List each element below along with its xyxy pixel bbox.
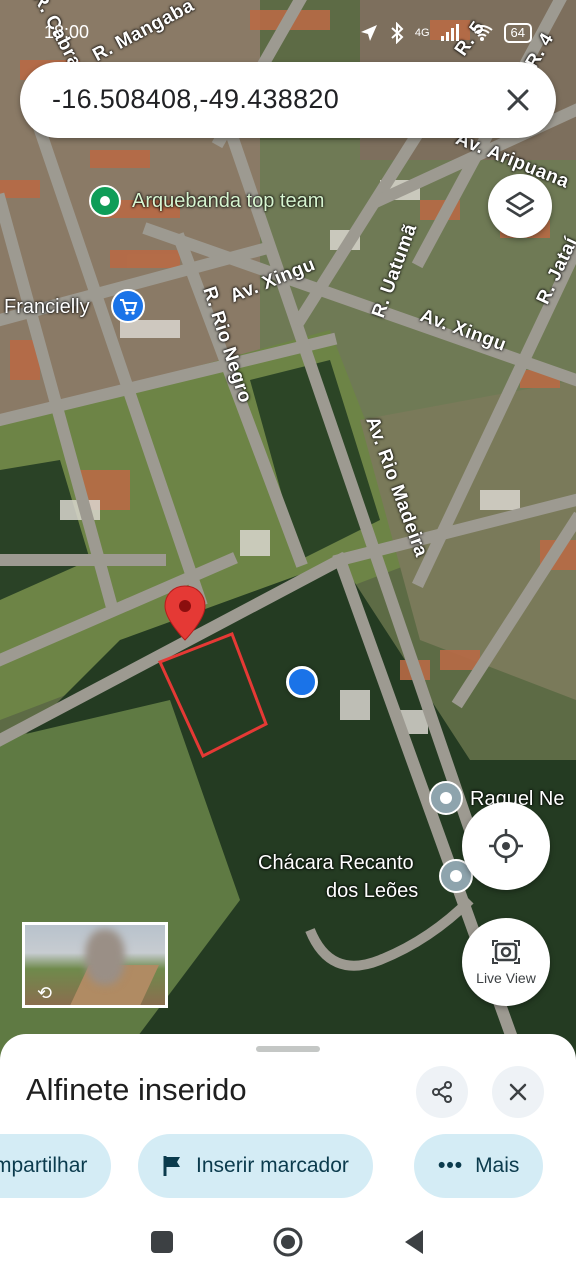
- place-label[interactable]: Arquebanda top team: [132, 190, 324, 213]
- add-label-chip[interactable]: Inserir marcador: [138, 1134, 373, 1198]
- search-coordinates[interactable]: -16.508408,-49.438820: [52, 84, 339, 115]
- share-chip[interactable]: mpartilhar: [0, 1134, 112, 1198]
- action-chips: mpartilhar Inserir marcador ••• Mais: [0, 1134, 576, 1198]
- close-sheet-button[interactable]: [492, 1066, 544, 1118]
- place-francielly[interactable]: [110, 288, 146, 329]
- place-pin-icon: [89, 185, 121, 217]
- dropped-pin[interactable]: [162, 584, 208, 649]
- shopping-cart-icon: [111, 289, 145, 323]
- place-label[interactable]: Chácara Recanto: [258, 852, 414, 875]
- my-location-button[interactable]: [462, 802, 550, 890]
- place-pin-icon: [429, 781, 463, 815]
- my-location-dot: [286, 666, 318, 698]
- sheet-drag-handle[interactable]: [256, 1046, 320, 1052]
- street-view-thumbnail[interactable]: ⟲: [22, 922, 168, 1008]
- live-view-icon: [492, 940, 520, 964]
- share-button[interactable]: [416, 1066, 468, 1118]
- live-view-button[interactable]: Live View: [462, 918, 550, 1006]
- signal-icon: [440, 24, 459, 41]
- chip-label: Inserir marcador: [196, 1154, 349, 1177]
- back-button[interactable]: [398, 1226, 430, 1258]
- close-icon: [509, 1083, 527, 1101]
- red-pin-icon: [164, 585, 206, 641]
- more-chip[interactable]: ••• Mais: [414, 1134, 544, 1198]
- map-view[interactable]: R. Mangaba R. Cabral R. 5 R. 4 Av. Aripu…: [0, 0, 576, 1060]
- more-icon: •••: [438, 1154, 464, 1177]
- battery-icon: 64: [503, 23, 532, 43]
- flag-icon: [163, 1156, 180, 1176]
- home-icon: [273, 1227, 303, 1257]
- back-icon: [405, 1230, 423, 1254]
- close-icon[interactable]: [502, 84, 534, 116]
- place-raquel[interactable]: [428, 780, 464, 821]
- street-view-blur: [85, 929, 125, 985]
- search-box[interactable]: -16.508408,-49.438820: [20, 62, 556, 138]
- home-button[interactable]: [272, 1226, 304, 1258]
- rotate-360-icon: ⟲: [37, 983, 53, 1003]
- wifi-icon: [470, 25, 493, 41]
- location-icon: [360, 25, 377, 41]
- status-time: 18:00: [44, 22, 90, 42]
- layers-button[interactable]: [488, 174, 552, 238]
- chip-label: mpartilhar: [0, 1154, 88, 1177]
- place-label[interactable]: Francielly: [4, 296, 90, 319]
- signal-label: 4G: [414, 27, 430, 39]
- sheet-title: Alfinete inserido: [26, 1072, 247, 1107]
- system-nav-bar: [0, 1206, 576, 1280]
- status-icons: 4G 64: [359, 22, 532, 44]
- layers-icon: [505, 191, 535, 218]
- recents-icon: [151, 1231, 173, 1253]
- status-bar: 18:00 4G 64: [0, 0, 576, 60]
- recents-button[interactable]: [146, 1226, 178, 1258]
- share-icon: [432, 1081, 452, 1103]
- place-label[interactable]: dos Leões: [326, 880, 418, 903]
- chip-label: Mais: [475, 1154, 520, 1177]
- live-view-label: Live View: [476, 970, 536, 986]
- place-arquebanda[interactable]: [88, 184, 122, 223]
- bluetooth-icon: [391, 22, 404, 44]
- my-location-icon: [489, 829, 523, 863]
